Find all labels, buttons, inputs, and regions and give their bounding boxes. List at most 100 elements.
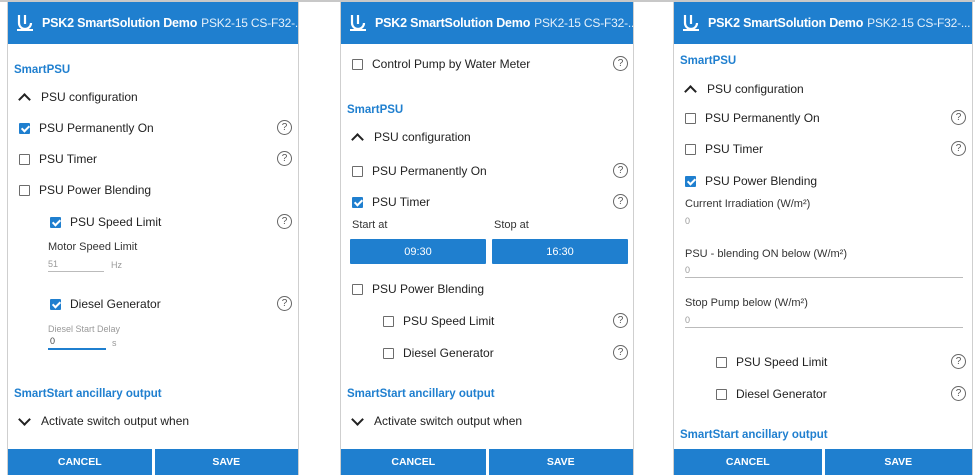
checkbox-checked-icon [19,122,30,134]
help-icon[interactable]: ? [951,354,966,369]
stop-at-label: Stop at [494,219,529,231]
control-pump-checkbox[interactable]: Control Pump by Water Meter [352,57,530,71]
pump-logo-icon [683,15,699,31]
diesel-generator-checkbox[interactable]: Diesel Generator [716,387,827,401]
psu-timer-checkbox[interactable]: PSU Timer [19,152,97,166]
cancel-button[interactable]: CANCEL [341,449,486,475]
cancel-button[interactable]: CANCEL [8,449,152,475]
help-icon[interactable]: ? [277,151,292,166]
phone-screen-2: PSK2 SmartSolution Demo PSK2-15 CS-F32-.… [340,2,634,475]
psu-speed-limit-label: PSU Speed Limit [736,355,828,369]
help-icon[interactable]: ? [951,386,966,401]
psu-power-blending-checkbox[interactable]: PSU Power Blending [685,174,817,188]
motor-speed-limit-input[interactable]: 51 [48,259,58,269]
psu-speed-limit-checkbox[interactable]: PSU Speed Limit [383,314,494,328]
help-icon[interactable]: ? [277,214,292,229]
checkbox-unchecked-icon [352,58,363,70]
psu-speed-limit-label: PSU Speed Limit [403,314,495,328]
psu-power-blending-label: PSU Power Blending [705,174,818,188]
checkbox-unchecked-icon [716,388,727,400]
checkbox-unchecked-icon [716,356,727,368]
diesel-start-delay-input[interactable]: 0 [50,336,55,346]
psu-configuration-label: PSU configuration [374,130,471,144]
blending-on-label: PSU - blending ON below (W/m²) [685,248,847,260]
psu-configuration-label: PSU configuration [41,90,138,104]
checkbox-checked-icon [50,216,61,228]
psu-timer-checkbox[interactable]: PSU Timer [685,142,763,156]
phone-screen-3: PSK2 SmartSolution Demo PSK2-15 CS-F32-.… [673,2,973,475]
checkbox-unchecked-icon [685,112,696,124]
psu-timer-label: PSU Timer [39,152,98,166]
chevron-up-icon [351,132,364,146]
checkbox-unchecked-icon [19,153,30,165]
motor-speed-limit-label: Motor Speed Limit [48,241,138,253]
diesel-start-delay-unit: s [112,338,117,348]
current-irradiation-value: 0 [685,216,691,226]
checkbox-checked-icon [352,196,363,208]
app-title: PSK2 SmartSolution Demo [42,16,198,30]
psu-power-blending-label: PSU Power Blending [372,282,485,296]
save-button[interactable]: SAVE [154,449,298,475]
device-name: PSK2-15 CS-F32-... [534,16,633,30]
stop-at-time-button[interactable]: 16:30 [492,239,628,264]
psu-permanently-on-label: PSU Permanently On [705,111,820,125]
help-icon[interactable]: ? [613,313,628,328]
current-irradiation-label: Current Irradiation (W/m²) [685,198,811,210]
psu-power-blending-checkbox[interactable]: PSU Power Blending [352,282,484,296]
activate-switch-toggle[interactable]: Activate switch output when [17,412,189,428]
help-icon[interactable]: ? [613,56,628,71]
phone-screen-1: PSK2 SmartSolution Demo PSK2-15 CS-F32-.… [7,2,299,475]
psu-permanently-on-checkbox[interactable]: PSU Permanently On [19,121,154,135]
help-icon[interactable]: ? [277,296,292,311]
psu-configuration-toggle[interactable]: PSU configuration [17,90,138,106]
psu-speed-limit-checkbox[interactable]: PSU Speed Limit [50,215,161,229]
help-icon[interactable]: ? [613,163,628,178]
help-icon[interactable]: ? [613,345,628,360]
help-icon[interactable]: ? [613,194,628,209]
help-icon[interactable]: ? [951,110,966,125]
help-icon[interactable]: ? [951,141,966,156]
diesel-generator-checkbox[interactable]: Diesel Generator [50,297,161,311]
activate-switch-label: Activate switch output when [374,414,523,428]
psu-permanently-on-checkbox[interactable]: PSU Permanently On [352,164,487,178]
checkbox-unchecked-icon [383,315,394,327]
stop-pump-label: Stop Pump below (W/m²) [685,297,808,309]
footer-buttons: CANCEL SAVE [674,449,972,475]
psu-permanently-on-label: PSU Permanently On [372,164,487,178]
chevron-down-icon [351,412,364,426]
help-icon[interactable]: ? [277,120,292,135]
footer-buttons: CANCEL SAVE [8,449,298,475]
control-pump-label: Control Pump by Water Meter [372,57,531,71]
psu-speed-limit-label: PSU Speed Limit [70,215,162,229]
diesel-generator-checkbox[interactable]: Diesel Generator [383,346,494,360]
cancel-button[interactable]: CANCEL [674,449,822,475]
checkbox-checked-icon [685,175,696,187]
blending-on-input[interactable]: 0 [685,265,690,275]
footer-buttons: CANCEL SAVE [341,449,633,475]
section-smartstart: SmartStart ancillary output [347,388,495,400]
section-smartpsu: SmartPSU [14,64,71,76]
diesel-generator-label: Diesel Generator [70,297,161,311]
section-smartstart: SmartStart ancillary output [680,429,828,441]
psu-speed-limit-checkbox[interactable]: PSU Speed Limit [716,355,827,369]
checkbox-unchecked-icon [352,165,363,177]
device-name: PSK2-15 CS-F32-... [201,16,298,30]
diesel-generator-label: Diesel Generator [403,346,494,360]
psu-timer-label: PSU Timer [372,195,431,209]
diesel-start-delay-label: Diesel Start Delay [48,324,121,334]
checkbox-unchecked-icon [19,184,30,196]
save-button[interactable]: SAVE [488,449,633,475]
app-bar: PSK2 SmartSolution Demo PSK2-15 CS-F32-.… [341,2,633,44]
stop-pump-underline [685,327,963,328]
start-at-time-button[interactable]: 09:30 [350,239,486,264]
checkbox-unchecked-icon [685,143,696,155]
stop-pump-input[interactable]: 0 [685,315,690,325]
psu-configuration-toggle[interactable]: PSU configuration [350,130,471,146]
psu-configuration-toggle[interactable]: PSU configuration [683,82,804,98]
activate-switch-toggle[interactable]: Activate switch output when [350,412,523,428]
psu-power-blending-checkbox[interactable]: PSU Power Blending [19,183,151,197]
save-button[interactable]: SAVE [824,449,972,475]
psu-timer-checkbox[interactable]: PSU Timer [352,195,430,209]
pump-logo-icon [17,15,33,31]
psu-permanently-on-checkbox[interactable]: PSU Permanently On [685,111,820,125]
